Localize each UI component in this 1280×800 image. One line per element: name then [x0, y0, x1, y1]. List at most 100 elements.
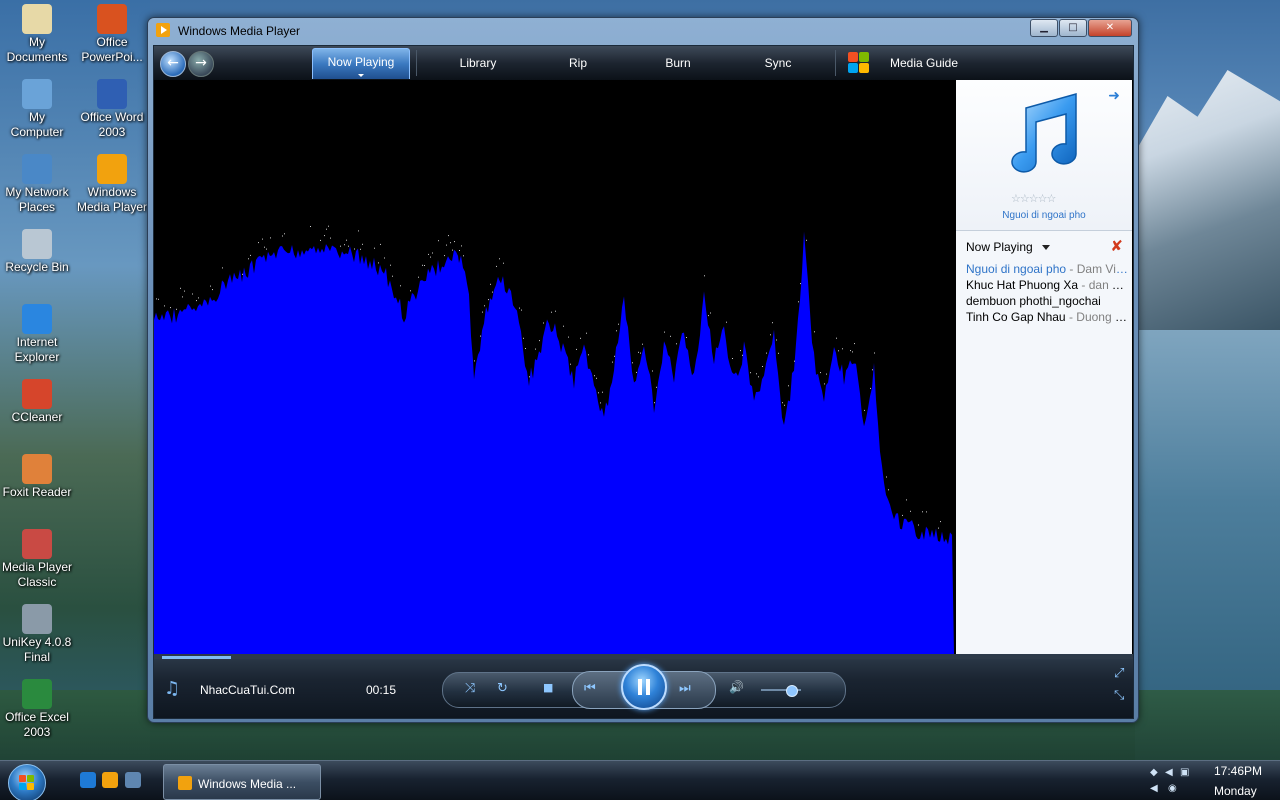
maximize-button[interactable]: □ — [1059, 19, 1087, 37]
desktop-icon-label: Explorer — [14, 350, 60, 364]
tab-sync[interactable]: Sync — [738, 46, 818, 80]
desktop-icon-label: Places — [18, 200, 56, 214]
desktop-icon[interactable]: CCleaner — [0, 379, 75, 425]
desktop-icon[interactable]: Office Word 2003 — [74, 79, 150, 140]
playlist-item[interactable]: Tinh Co Gap Nhau - Duong Ngoc Thai — [966, 309, 1130, 325]
show-desktop-icon[interactable] — [125, 772, 141, 788]
window-buttons: ▁ □ ✕ — [1029, 19, 1132, 37]
playlist-item[interactable]: dembuon phothi_ngochai — [966, 293, 1130, 309]
security-tray-icon[interactable]: ◉ — [1168, 783, 1180, 795]
spectrum-peak — [588, 354, 589, 356]
spectrum-peak — [418, 276, 419, 278]
playlist-item[interactable]: Nguoi di ngoai pho - Dam Vinh Hung — [966, 261, 1130, 277]
rating-stars[interactable]: ☆☆☆☆☆ — [1011, 192, 1056, 205]
spectrum-peak — [248, 258, 249, 260]
clear-list-icon[interactable]: ✘ — [1110, 237, 1123, 255]
clock[interactable]: 17:46PM — [1214, 764, 1262, 778]
start-button[interactable] — [8, 764, 46, 800]
spectrum-peak — [814, 331, 815, 333]
tab-media-guide[interactable]: Media Guide — [878, 46, 970, 80]
pause-button[interactable] — [621, 664, 667, 710]
album-title[interactable]: Nguoi di ngoai pho — [956, 210, 1132, 221]
tab-now-playing[interactable]: Now Playing — [312, 48, 410, 79]
display-tray-icon[interactable]: ▣ — [1180, 767, 1192, 779]
arrow-right-icon[interactable]: ➜ — [1108, 88, 1120, 104]
desktop-icon-label: 2003 — [23, 725, 51, 739]
desktop-icon-label: Media Player — [76, 200, 148, 214]
spectrum-peak — [428, 253, 429, 255]
volume-tray-icon[interactable]: ◀ — [1165, 767, 1177, 779]
desktop-icon[interactable]: Internet Explorer — [0, 304, 75, 365]
minimize-button[interactable]: ▁ — [1030, 19, 1058, 37]
desktop-icon[interactable]: Windows Media Player — [74, 154, 150, 215]
spectrum-peak — [400, 285, 401, 287]
spectrum-peak — [346, 239, 347, 241]
spectrum-peak — [926, 511, 927, 513]
spectrum-peak — [180, 287, 181, 289]
desktop-icon[interactable]: Recycle Bin — [0, 229, 75, 275]
desktop-icon-label: Foxit Reader — [2, 485, 72, 499]
close-button[interactable]: ✕ — [1088, 19, 1132, 37]
tab-library[interactable]: Library — [438, 46, 518, 80]
title-bar[interactable]: Windows Media Player ▁ □ ✕ — [148, 18, 1138, 44]
desktop-icon[interactable]: Office Excel 2003 — [0, 679, 75, 740]
spectrum-peak — [778, 352, 779, 354]
spectrum-peak — [762, 366, 763, 367]
desktop-icon[interactable]: Office PowerPoi... — [74, 4, 150, 65]
spectrum-peak — [496, 265, 497, 267]
spectrum-peak — [632, 362, 633, 364]
spectrum-peak — [872, 369, 873, 371]
desktop-icon-label: 2003 — [98, 125, 126, 139]
desktop-icon[interactable]: UniKey 4.0.8 Final — [0, 604, 75, 665]
spectrum-peak — [686, 337, 687, 338]
desktop-icon-label: PowerPoi... — [81, 50, 143, 64]
player-body: ← → Now Playing Library Rip Burn Sync Me… — [153, 45, 1134, 719]
stop-button[interactable]: ■ — [543, 681, 553, 694]
spectrum-peak — [452, 249, 453, 251]
spectrum-peak — [424, 265, 425, 266]
ie-quicklaunch-icon[interactable] — [80, 772, 96, 788]
repeat-icon[interactable]: ↻ — [497, 681, 508, 696]
music-note-icon: ♫ — [164, 678, 181, 699]
ie-icon — [22, 304, 52, 334]
spectrum-peak — [463, 255, 464, 257]
taskbar-item-media-player[interactable]: Windows Media ... — [163, 764, 321, 800]
shuffle-icon[interactable]: ⤨ — [465, 681, 475, 696]
seek-bar[interactable] — [154, 656, 1133, 659]
previous-button[interactable]: ⏮ — [584, 681, 596, 696]
desktop-icon[interactable]: Media Player Classic — [0, 529, 75, 590]
forward-button[interactable]: → — [188, 51, 214, 77]
tab-burn[interactable]: Burn — [638, 46, 718, 80]
spectrum-peak — [461, 245, 462, 247]
window-title: Windows Media Player — [178, 24, 301, 38]
spectrum-peak — [266, 248, 267, 250]
desktop-icon-label: My — [29, 110, 45, 124]
clock-day[interactable]: Monday — [1214, 784, 1257, 798]
desktop-icon[interactable]: My Network Places — [0, 154, 75, 215]
word-icon — [97, 79, 127, 109]
spectrum-peak — [156, 298, 157, 300]
spectrum-peak — [551, 311, 552, 313]
spectrum-peak — [638, 351, 639, 353]
spectrum-peak — [340, 245, 341, 247]
network-tray-icon[interactable]: ◆ — [1150, 767, 1162, 779]
volume-icon[interactable]: 🔊 — [729, 680, 744, 694]
chevron-down-icon[interactable] — [1042, 245, 1050, 250]
spectrum-peak — [192, 293, 193, 295]
fullscreen-icon[interactable]: ⤢ — [1114, 666, 1124, 681]
next-button[interactable]: ⏭ — [679, 681, 691, 696]
tab-rip[interactable]: Rip — [538, 46, 618, 80]
volume-knob[interactable] — [786, 685, 798, 697]
desktop-icon[interactable]: My Computer — [0, 79, 75, 140]
speaker-tray-icon[interactable]: ◀ — [1150, 783, 1162, 795]
visualization-area[interactable] — [154, 80, 954, 654]
media-player-quicklaunch-icon[interactable] — [102, 772, 118, 788]
playlist-header[interactable]: Now Playing — [966, 240, 1033, 254]
playlist-item[interactable]: Khuc Hat Phuong Xa - dan Truong — [966, 277, 1130, 293]
back-button[interactable]: ← — [160, 51, 186, 77]
desktop-icon[interactable]: Foxit Reader — [0, 454, 75, 500]
tab-separator — [835, 50, 836, 76]
desktop-icon[interactable]: My Documents — [0, 4, 75, 65]
spectrum-peak — [482, 311, 483, 313]
compact-mode-icon[interactable]: ⤡ — [1114, 688, 1124, 703]
